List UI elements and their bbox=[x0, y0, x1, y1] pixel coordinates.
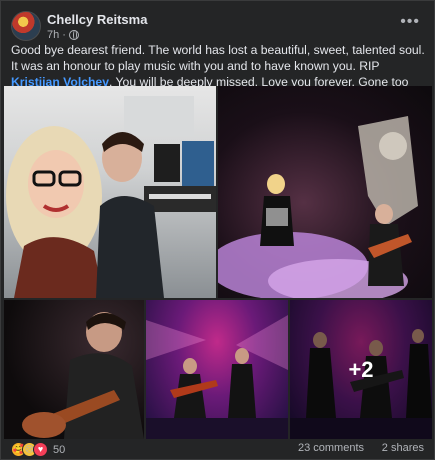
photo-1-drawing bbox=[6, 96, 216, 298]
post-footer: 🥰 😢 ♥ 50 23 comments 2 shares bbox=[11, 442, 424, 458]
photo-5[interactable]: +2 bbox=[290, 300, 432, 439]
post-time[interactable]: 7h bbox=[47, 29, 59, 41]
reaction-count[interactable]: 50 bbox=[53, 444, 65, 456]
photo-4[interactable] bbox=[146, 300, 288, 439]
photo-1[interactable] bbox=[4, 86, 216, 298]
more-options-icon[interactable]: ••• bbox=[400, 13, 420, 31]
author-name[interactable]: Chellcy Reitsma bbox=[47, 12, 147, 27]
photo-3[interactable] bbox=[4, 300, 144, 439]
post-card: Chellcy Reitsma 7h · ••• Good bye deares… bbox=[0, 0, 435, 460]
photo-grid: +2 bbox=[4, 86, 432, 439]
photo-3-drawing bbox=[22, 312, 144, 439]
photo-2[interactable] bbox=[218, 86, 432, 298]
love-reaction-icon: ♥ bbox=[33, 442, 48, 457]
globe-icon bbox=[68, 30, 79, 40]
avatar[interactable] bbox=[11, 11, 41, 41]
photo-4-drawing bbox=[146, 315, 288, 439]
more-photos-overlay[interactable]: +2 bbox=[290, 300, 432, 439]
shares-count[interactable]: 2 shares bbox=[382, 442, 424, 454]
reactions-summary[interactable]: 🥰 😢 ♥ 50 bbox=[11, 442, 65, 457]
comments-count[interactable]: 23 comments bbox=[298, 442, 364, 454]
post-text-start: Good bye dearest friend. The world has l… bbox=[11, 43, 425, 73]
post-header: Chellcy Reitsma 7h · ••• bbox=[11, 9, 424, 41]
post-meta: 7h · bbox=[47, 29, 79, 41]
photo-2-drawing bbox=[218, 116, 418, 298]
